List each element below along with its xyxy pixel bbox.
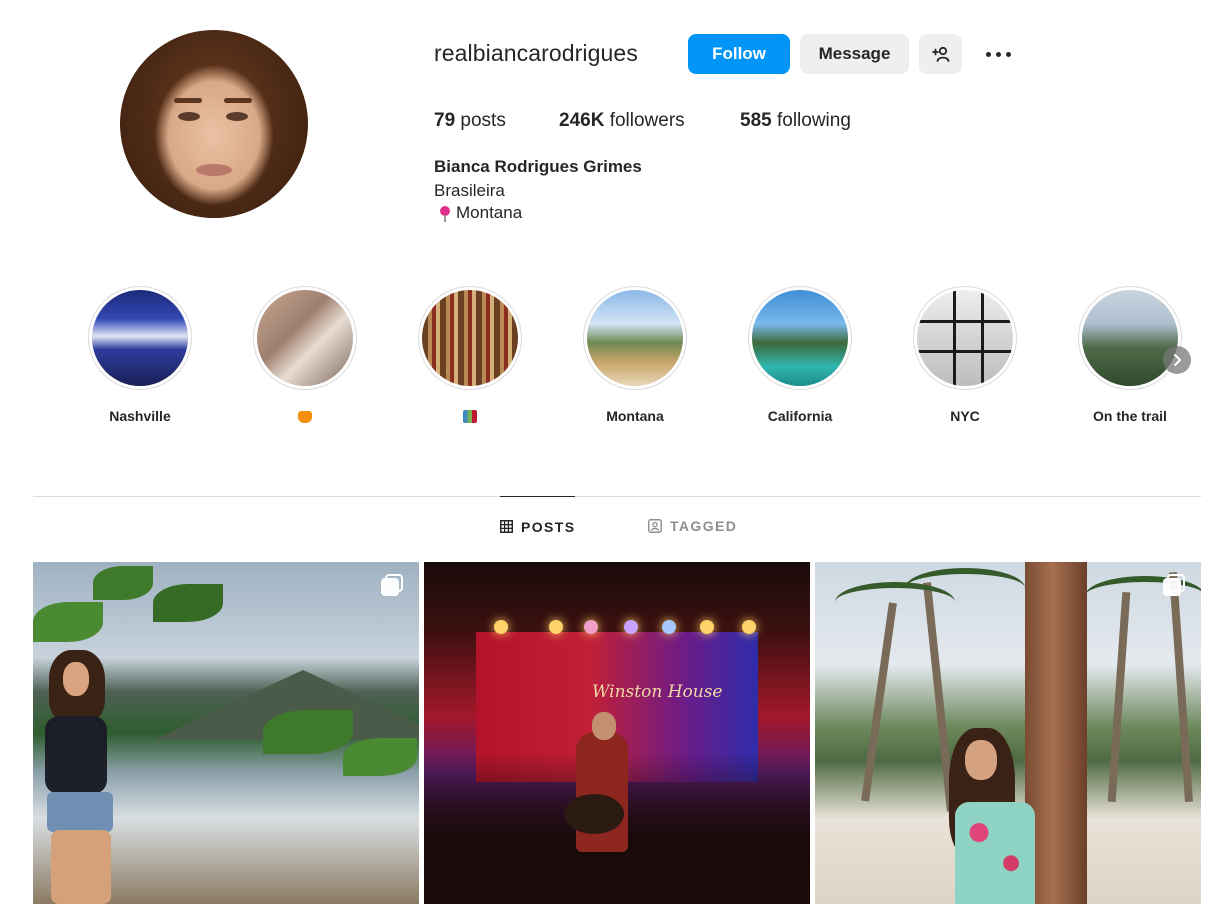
highlight-cover bbox=[422, 290, 518, 386]
highlight-california[interactable]: California bbox=[746, 286, 854, 426]
avatar-detail bbox=[174, 98, 202, 103]
highlight-label: Montana bbox=[606, 408, 664, 424]
highlight-label: NYC bbox=[950, 408, 980, 424]
tab-tagged[interactable]: TAGGED bbox=[648, 496, 737, 556]
post-image-detail bbox=[1107, 591, 1131, 803]
post-image-detail bbox=[564, 794, 624, 834]
highlights-next-button[interactable] bbox=[1163, 346, 1191, 374]
post-image-detail bbox=[662, 620, 676, 634]
tab-posts[interactable]: POSTS bbox=[500, 496, 576, 556]
bio-location-text: Montana bbox=[456, 203, 523, 222]
bio-location: Montana bbox=[434, 203, 522, 223]
post-thumbnail[interactable]: Winston House bbox=[424, 562, 810, 904]
highlight-label bbox=[251, 408, 359, 426]
profile-full-name: Bianca Rodrigues Grimes bbox=[434, 157, 642, 176]
post-image-detail bbox=[584, 620, 598, 634]
post-image-detail bbox=[263, 710, 353, 754]
post-image-detail bbox=[33, 602, 103, 642]
stat-following[interactable]: 585 following bbox=[740, 110, 851, 132]
following-label: following bbox=[776, 110, 851, 131]
posts-label: posts bbox=[460, 110, 506, 131]
bio-line: Brasileira bbox=[434, 181, 505, 200]
grid-icon bbox=[500, 520, 513, 533]
highlight-cover bbox=[1082, 290, 1178, 386]
books-emoji-icon bbox=[463, 410, 477, 423]
highlight-nashville[interactable]: Nashville bbox=[86, 286, 194, 426]
suggested-accounts-button[interactable] bbox=[919, 34, 962, 74]
followers-count: 246K bbox=[559, 110, 605, 131]
post-image-detail bbox=[624, 620, 638, 634]
highlight-label: Nashville bbox=[109, 408, 171, 424]
stat-posts: 79 posts bbox=[434, 110, 506, 132]
followers-label: followers bbox=[609, 110, 685, 131]
highlight-ring bbox=[88, 286, 192, 390]
highlight-cover bbox=[752, 290, 848, 386]
post-image-detail bbox=[700, 620, 714, 634]
highlight-label bbox=[416, 408, 524, 426]
avatar-detail bbox=[226, 112, 248, 121]
tab-posts-label: POSTS bbox=[521, 518, 576, 535]
round-pushpin-icon bbox=[440, 206, 450, 222]
post-image-detail bbox=[905, 568, 1025, 608]
more-options-icon[interactable] bbox=[978, 38, 1018, 70]
tabs-divider bbox=[33, 496, 1201, 497]
post-image-detail bbox=[549, 620, 563, 634]
message-button[interactable]: Message bbox=[800, 34, 909, 74]
post-image-detail bbox=[576, 732, 628, 852]
highlight-ring bbox=[1078, 286, 1182, 390]
highlight-ring bbox=[418, 286, 522, 390]
highlight-ring bbox=[913, 286, 1017, 390]
profile-username: realbiancarodrigues bbox=[434, 40, 638, 66]
post-image-detail bbox=[39, 650, 119, 904]
avatar-detail bbox=[224, 98, 252, 103]
highlight-books[interactable] bbox=[416, 286, 524, 426]
cat-emoji-icon bbox=[298, 411, 312, 423]
post-image-detail bbox=[592, 712, 616, 740]
profile-avatar[interactable] bbox=[120, 30, 308, 218]
post-image-detail bbox=[153, 584, 223, 622]
post-image-detail bbox=[742, 620, 756, 634]
following-count: 585 bbox=[740, 110, 772, 131]
highlight-label: On the trail bbox=[1093, 408, 1167, 424]
tagged-icon bbox=[648, 519, 662, 533]
highlight-cover bbox=[917, 290, 1013, 386]
highlight-cover bbox=[587, 290, 683, 386]
highlight-montana[interactable]: Montana bbox=[581, 286, 689, 426]
highlight-cat[interactable] bbox=[251, 286, 359, 426]
highlight-cover bbox=[257, 290, 353, 386]
carousel-icon bbox=[1163, 574, 1185, 596]
stat-followers[interactable]: 246K followers bbox=[559, 110, 685, 132]
add-person-icon bbox=[931, 46, 949, 62]
post-image-detail bbox=[343, 738, 417, 776]
venue-sign-text: Winston House bbox=[592, 682, 723, 702]
post-thumbnail[interactable] bbox=[33, 562, 419, 904]
posts-count: 79 bbox=[434, 110, 456, 131]
highlight-ring bbox=[748, 286, 852, 390]
post-image-detail bbox=[494, 620, 508, 634]
post-image-detail bbox=[955, 802, 1035, 904]
tab-tagged-label: TAGGED bbox=[670, 518, 738, 534]
post-image-detail bbox=[965, 740, 997, 780]
post-thumbnail[interactable] bbox=[815, 562, 1201, 904]
follow-button[interactable]: Follow bbox=[688, 34, 790, 74]
highlight-label: California bbox=[767, 408, 833, 424]
post-image-detail bbox=[861, 602, 897, 802]
avatar-detail bbox=[178, 112, 200, 121]
highlight-nyc[interactable]: NYC bbox=[911, 286, 1019, 426]
highlight-cover bbox=[92, 290, 188, 386]
highlight-ring bbox=[253, 286, 357, 390]
highlight-ring bbox=[583, 286, 687, 390]
avatar-detail bbox=[196, 164, 232, 176]
carousel-icon bbox=[381, 574, 403, 596]
post-image-detail bbox=[93, 566, 153, 600]
chevron-right-icon bbox=[1174, 354, 1181, 366]
